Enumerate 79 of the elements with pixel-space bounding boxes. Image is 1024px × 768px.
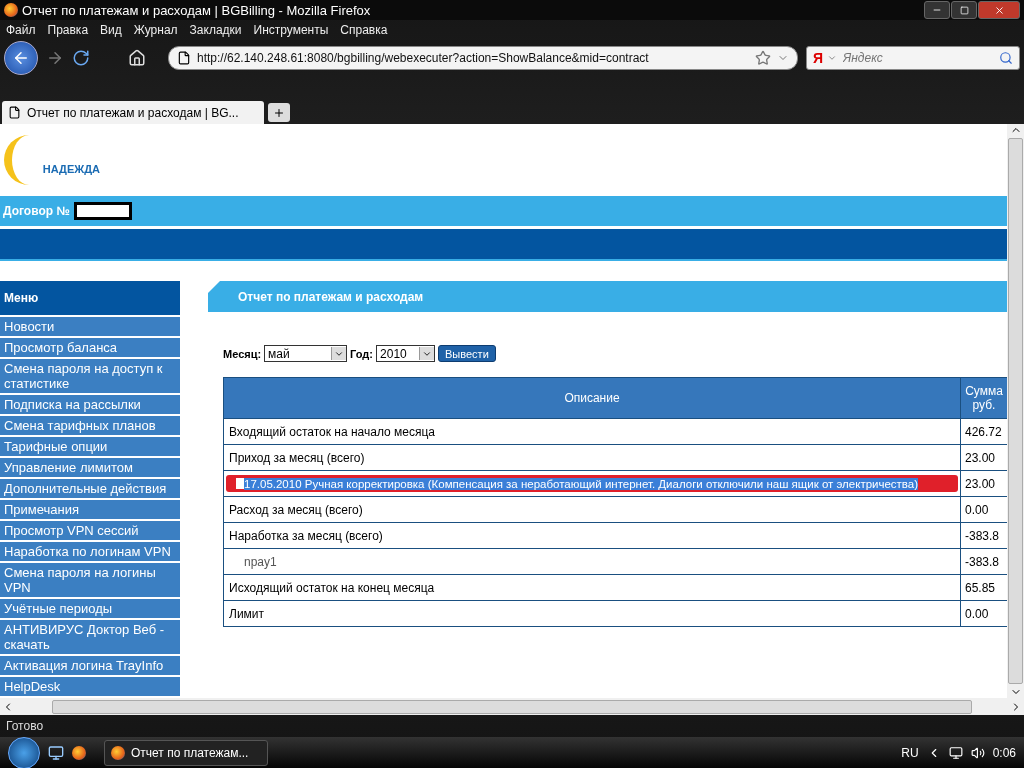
maximize-button[interactable] xyxy=(951,1,977,19)
table-cell-text: Приход за месяц (всего) xyxy=(228,449,366,467)
company-logo: НАДЕЖДА xyxy=(4,134,100,185)
sidebar-item[interactable]: Управление лимитом xyxy=(0,458,180,479)
table-cell-text: Наработка за месяц (всего) xyxy=(228,527,384,545)
table-cell-text: npay1 xyxy=(243,553,278,571)
menu-item[interactable]: Файл xyxy=(6,23,36,37)
status-text: Готово xyxy=(6,719,44,733)
bookmark-star-icon[interactable] xyxy=(755,50,771,66)
forward-icon[interactable] xyxy=(46,49,64,67)
menu-item[interactable]: Правка xyxy=(47,23,89,37)
sidebar-item[interactable]: Просмотр VPN сессий xyxy=(0,521,180,542)
browser-icon[interactable] xyxy=(72,745,86,760)
table-cell-text: Лимит xyxy=(228,605,266,623)
browser-tab[interactable]: Отчет по платежам и расходам | BG... xyxy=(2,101,264,124)
reload-icon[interactable] xyxy=(72,49,90,67)
sidebar-item[interactable]: Смена пароля на доступ к статистике xyxy=(0,359,180,395)
menu-item[interactable]: Вид xyxy=(100,23,122,37)
table-cell-text: Исходящий остаток на конец месяца xyxy=(228,579,436,597)
plus-icon xyxy=(273,106,285,119)
menu-item[interactable]: Журнал xyxy=(133,23,178,37)
back-button[interactable] xyxy=(4,41,38,75)
page-icon xyxy=(177,51,191,65)
search-input[interactable]: Яндекс xyxy=(841,50,995,66)
search-bar[interactable]: Я Яндекс xyxy=(806,46,1020,70)
sidebar-item[interactable]: Новости xyxy=(0,317,180,338)
clock: 0:06 xyxy=(992,745,1016,760)
month-label: Месяц: xyxy=(223,347,262,360)
sidebar-item[interactable]: Просмотр баланса xyxy=(0,338,180,359)
year-label: Год: xyxy=(350,347,374,360)
sidebar-item[interactable]: Подписка на рассылки xyxy=(0,395,180,416)
minimize-button[interactable] xyxy=(924,1,950,19)
table-cell: 17.05.2010 Ручная корректировка (Компенсация за неработающий интернет. Диалоги отключили наш ящик от электричества) xyxy=(244,477,919,490)
caret-icon[interactable] xyxy=(827,53,838,63)
sidebar-item[interactable]: АНТИВИРУС Доктор Веб - скачать xyxy=(0,620,180,656)
show-desktop-icon[interactable] xyxy=(48,744,64,761)
start-button[interactable] xyxy=(8,736,40,768)
close-icon xyxy=(993,4,1005,16)
selection-square-icon xyxy=(236,478,244,489)
menu-header: Меню xyxy=(0,281,180,317)
panel-title: Отчет по платежам и расходам xyxy=(208,281,1007,312)
url-text: http://62.140.248.61:8080/bgbilling/webexecuter?action=ShowBalance&mid=contract xyxy=(197,51,650,65)
browser-logo-icon xyxy=(4,3,18,17)
sidebar-item[interactable]: Учётные периоды xyxy=(0,599,180,620)
column-header: Описание xyxy=(224,378,960,418)
menu-item[interactable]: Справка xyxy=(340,23,388,37)
sidebar-item[interactable]: Наработка по логинам VPN xyxy=(0,542,180,563)
horizontal-scrollbar[interactable] xyxy=(0,698,1024,715)
sidebar-item[interactable]: Примечания xyxy=(0,500,180,521)
address-field[interactable]: http://62.140.248.61:8080/bgbilling/webexecuter?action=ShowBalance&mid=contract xyxy=(168,46,798,70)
sidebar-item[interactable]: Смена пароля на логины VPN xyxy=(0,563,180,599)
year-select[interactable]: 2010 xyxy=(376,345,436,362)
page-icon xyxy=(8,106,21,119)
network-icon[interactable] xyxy=(948,745,963,760)
redaction-block xyxy=(73,201,132,220)
submit-button[interactable]: Вывести xyxy=(438,345,496,362)
table-cell-text: Входящий остаток на начало месяца xyxy=(228,423,437,441)
new-tab-button[interactable] xyxy=(268,103,290,122)
home-icon[interactable] xyxy=(128,49,146,67)
table-cell-text: Расход за месяц (всего) xyxy=(228,501,364,519)
month-select[interactable]: май xyxy=(264,345,348,362)
window-title: Отчет по платежам и расходам | BGBilling - Mozilla Firefox xyxy=(22,2,372,18)
contract-label: Договор № xyxy=(3,203,70,218)
volume-icon[interactable] xyxy=(970,745,985,760)
search-engine-logo[interactable]: Я xyxy=(813,50,824,66)
maximize-icon xyxy=(959,5,969,15)
taskbar-window-button[interactable]: Отчет по платежам... xyxy=(104,739,268,766)
menu-item[interactable]: Закладки xyxy=(189,23,242,37)
search-icon[interactable] xyxy=(999,51,1013,65)
sidebar-item[interactable]: Дополнительные действия xyxy=(0,479,180,500)
column-header: Сумма руб. xyxy=(960,378,1007,418)
sidebar-item[interactable]: Тарифные опции xyxy=(0,437,180,458)
sidebar-item[interactable]: Активация логина TrayInfo xyxy=(0,656,180,677)
sidebar-item[interactable]: Смена тарифных планов xyxy=(0,416,180,437)
sidebar-item[interactable]: HelpDesk xyxy=(0,677,180,698)
browser-icon xyxy=(111,745,125,760)
menu-item[interactable]: Инструменты xyxy=(253,23,329,37)
language-indicator[interactable]: RU xyxy=(901,745,919,760)
vertical-scrollbar[interactable] xyxy=(1007,124,1024,698)
